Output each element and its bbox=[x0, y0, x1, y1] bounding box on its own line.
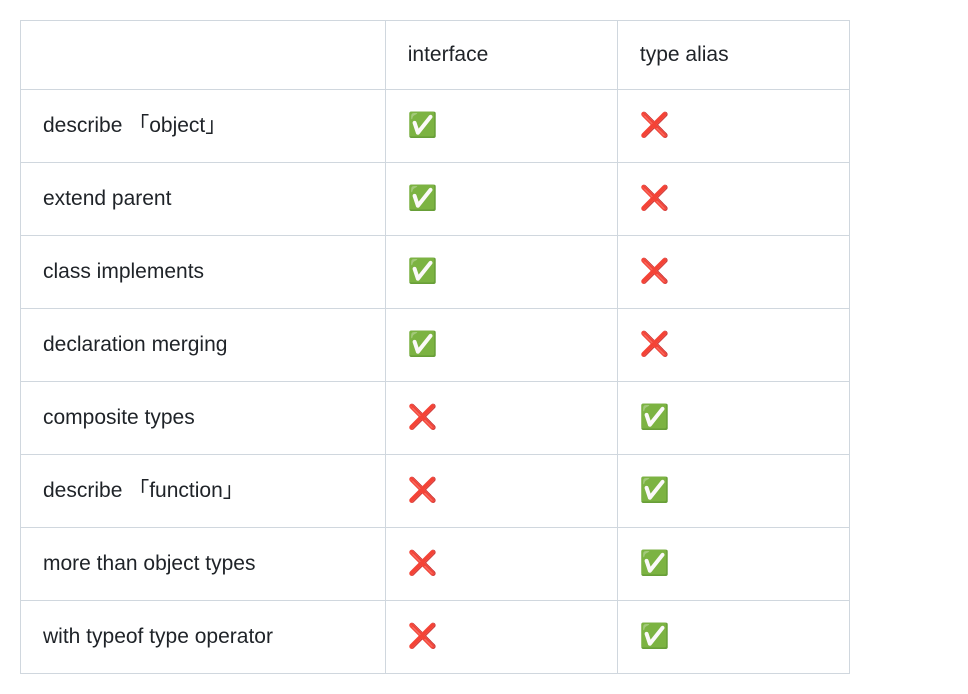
cell-type-alias: ✅ bbox=[617, 527, 849, 600]
comparison-table: interface type alias describe 「object」 ✅… bbox=[20, 20, 850, 674]
cross-icon: ❌ bbox=[640, 327, 670, 363]
header-blank bbox=[21, 21, 386, 90]
cell-type-alias: ✅ bbox=[617, 600, 849, 673]
table-row: composite types ❌ ✅ bbox=[21, 381, 850, 454]
cell-interface: ❌ bbox=[385, 527, 617, 600]
table-row: class implements ✅ ❌ bbox=[21, 235, 850, 308]
cell-interface: ❌ bbox=[385, 454, 617, 527]
cell-type-alias: ✅ bbox=[617, 381, 849, 454]
feature-label: with typeof type operator bbox=[21, 600, 386, 673]
table-header-row: interface type alias bbox=[21, 21, 850, 90]
cross-icon: ❌ bbox=[640, 108, 670, 144]
feature-label: describe 「object」 bbox=[21, 89, 386, 162]
feature-label: class implements bbox=[21, 235, 386, 308]
cross-icon: ❌ bbox=[408, 473, 438, 509]
feature-label: composite types bbox=[21, 381, 386, 454]
comparison-table-container: interface type alias describe 「object」 ✅… bbox=[20, 20, 850, 674]
cell-type-alias: ✅ bbox=[617, 454, 849, 527]
cross-icon: ❌ bbox=[640, 254, 670, 290]
check-icon: ✅ bbox=[408, 108, 438, 144]
cell-interface: ❌ bbox=[385, 600, 617, 673]
check-icon: ✅ bbox=[640, 619, 670, 655]
table-row: declaration merging ✅ ❌ bbox=[21, 308, 850, 381]
table-row: with typeof type operator ❌ ✅ bbox=[21, 600, 850, 673]
header-interface: interface bbox=[385, 21, 617, 90]
header-type-alias: type alias bbox=[617, 21, 849, 90]
cell-interface: ✅ bbox=[385, 162, 617, 235]
table-row: extend parent ✅ ❌ bbox=[21, 162, 850, 235]
check-icon: ✅ bbox=[408, 327, 438, 363]
cross-icon: ❌ bbox=[408, 400, 438, 436]
cell-interface: ✅ bbox=[385, 235, 617, 308]
cell-interface: ❌ bbox=[385, 381, 617, 454]
cell-type-alias: ❌ bbox=[617, 89, 849, 162]
check-icon: ✅ bbox=[640, 400, 670, 436]
feature-label: describe 「function」 bbox=[21, 454, 386, 527]
table-row: describe 「object」 ✅ ❌ bbox=[21, 89, 850, 162]
feature-label: more than object types bbox=[21, 527, 386, 600]
cell-type-alias: ❌ bbox=[617, 235, 849, 308]
check-icon: ✅ bbox=[408, 181, 438, 217]
cross-icon: ❌ bbox=[640, 181, 670, 217]
cross-icon: ❌ bbox=[408, 546, 438, 582]
cell-type-alias: ❌ bbox=[617, 308, 849, 381]
cell-type-alias: ❌ bbox=[617, 162, 849, 235]
table-row: more than object types ❌ ✅ bbox=[21, 527, 850, 600]
feature-label: declaration merging bbox=[21, 308, 386, 381]
check-icon: ✅ bbox=[408, 254, 438, 290]
table-row: describe 「function」 ❌ ✅ bbox=[21, 454, 850, 527]
cell-interface: ✅ bbox=[385, 308, 617, 381]
cell-interface: ✅ bbox=[385, 89, 617, 162]
feature-label: extend parent bbox=[21, 162, 386, 235]
check-icon: ✅ bbox=[640, 546, 670, 582]
check-icon: ✅ bbox=[640, 473, 670, 509]
cross-icon: ❌ bbox=[408, 619, 438, 655]
